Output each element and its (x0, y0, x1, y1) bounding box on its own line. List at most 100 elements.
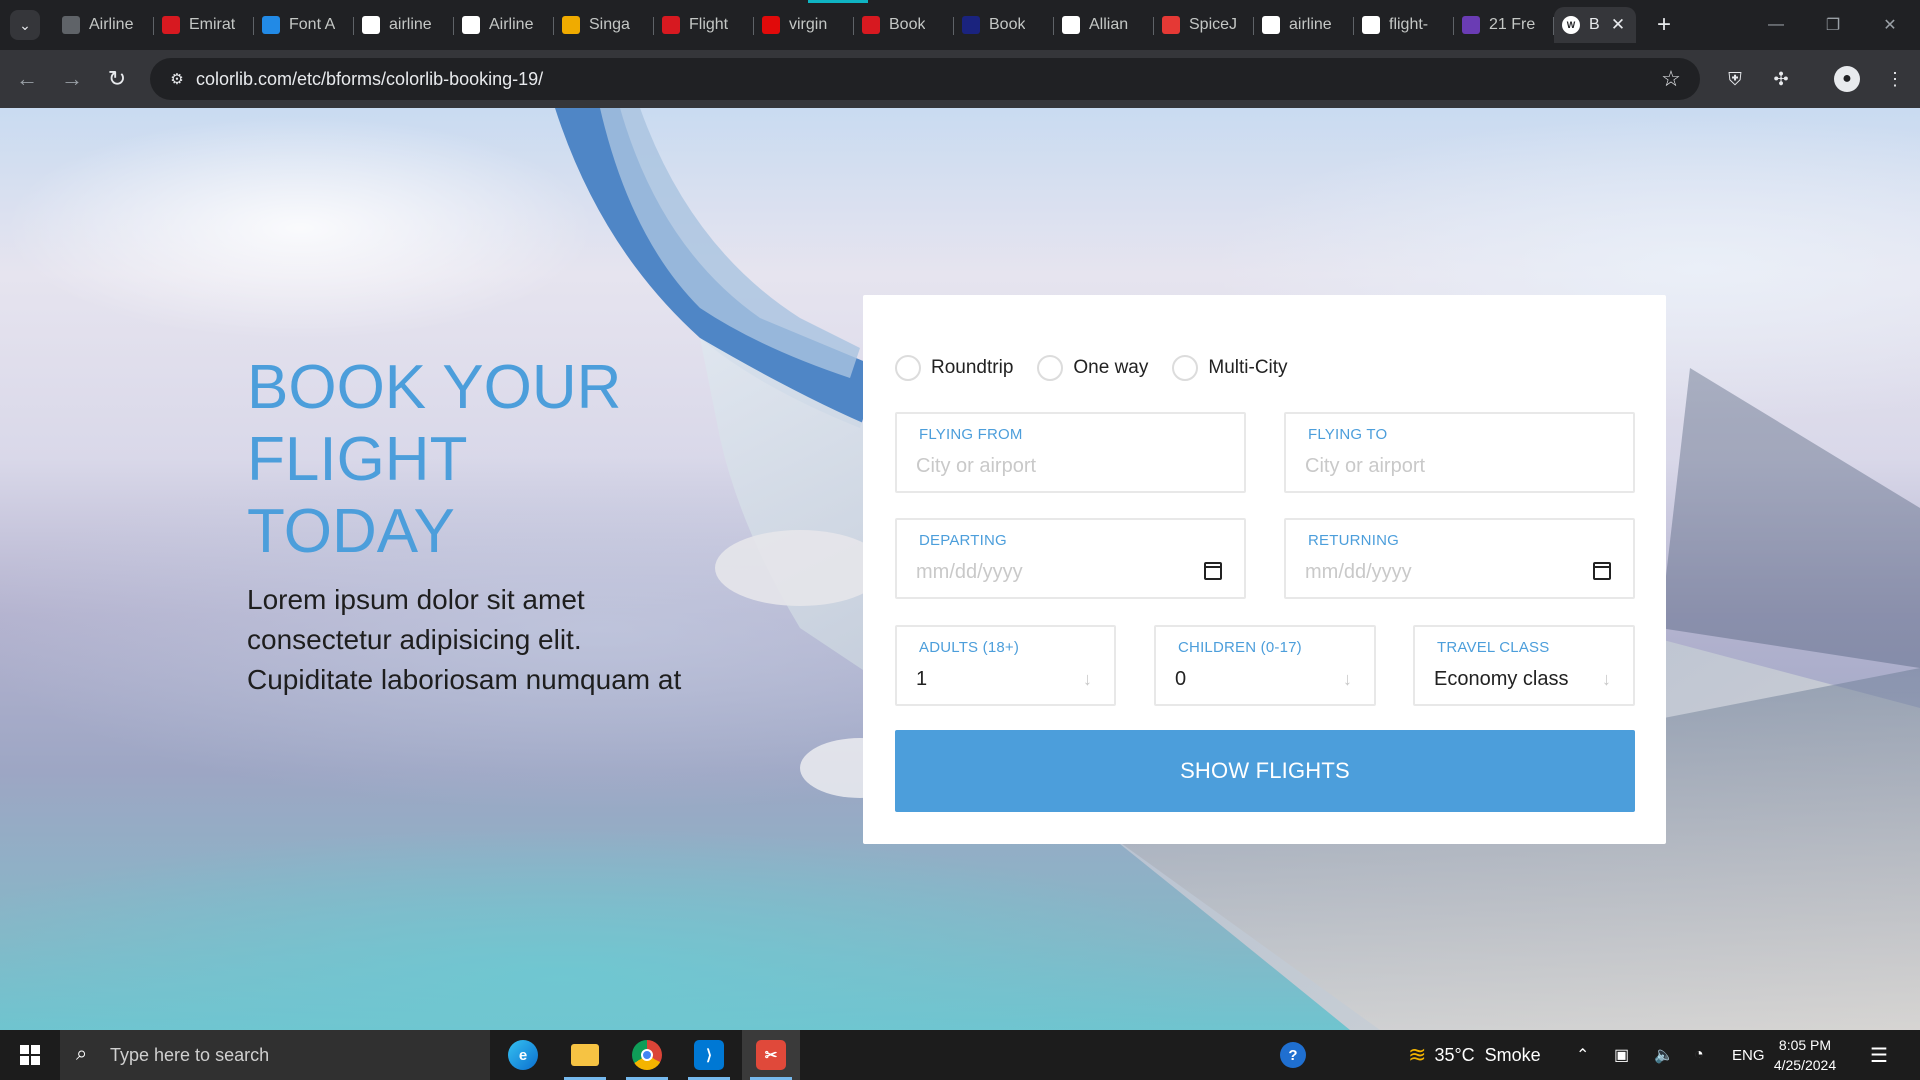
tab-label: Font A (289, 16, 336, 33)
radio-circle[interactable] (1172, 355, 1199, 381)
browser-toolbar: ← → ↻ ⚙ colorlib.com/etc/bforms/colorlib… (0, 50, 1920, 108)
tab[interactable]: flight- (1354, 7, 1454, 43)
departing-date-input[interactable]: mm/dd/yyyy (916, 561, 1023, 584)
system-clock[interactable]: 8:05 PM 4/25/2024 (1760, 1035, 1850, 1075)
tab-search-button[interactable]: ⌄ (10, 10, 40, 40)
calendar-icon[interactable] (1204, 562, 1222, 580)
radio-multi-city[interactable]: Multi-City (1172, 355, 1288, 381)
volume-icon[interactable]: 🔈 (1654, 1030, 1674, 1080)
flying-to-field[interactable]: FLYING TO City or airport (1284, 412, 1635, 493)
tab-label: airline (389, 16, 432, 33)
tab-label: Singa (589, 16, 630, 33)
show-hidden-icons-chevron-up-icon[interactable]: ⌃ (1576, 1030, 1589, 1080)
travel-class-select[interactable]: TRAVEL CLASS Economy class ↓ (1413, 625, 1635, 706)
colorlib-icon (1462, 16, 1480, 34)
returning-field[interactable]: RETURNING mm/dd/yyyy (1284, 518, 1635, 599)
network-icon[interactable]: ◔ (1694, 1030, 1704, 1080)
clock-date: 4/25/2024 (1773, 1057, 1837, 1073)
tab[interactable]: airline (354, 7, 454, 43)
travel-class-value[interactable]: Economy class (1434, 668, 1569, 691)
radio-circle[interactable] (1037, 355, 1064, 381)
battery-icon[interactable]: ▣ (1614, 1030, 1629, 1080)
taskbar-app-vscode[interactable]: ⟩ (680, 1030, 738, 1080)
tab[interactable]: SpiceJ (1154, 7, 1254, 43)
booking-form: Roundtrip One way Multi-City FLYING FROM… (863, 295, 1666, 844)
extension-icon[interactable]: ⛨ (1720, 64, 1750, 94)
back-button[interactable]: ← (12, 64, 42, 94)
emirates-icon (162, 16, 180, 34)
menu-dots-icon[interactable]: ⋮ (1880, 64, 1910, 94)
flying-to-input[interactable]: City or airport (1305, 455, 1425, 478)
taskbar-search[interactable]: ⌕ Type here to search (60, 1030, 490, 1080)
tab-label: Airline (489, 16, 534, 33)
taskbar-app-snipping[interactable]: ✂ (742, 1030, 800, 1080)
chrome-icon (632, 1040, 662, 1070)
tab[interactable]: virgin (754, 7, 854, 43)
bookmark-star-icon[interactable]: ☆ (1656, 64, 1686, 94)
weather-widget[interactable]: ≋ 35°C Smoke (1408, 1030, 1541, 1080)
tab[interactable]: Book (854, 7, 954, 43)
flying-from-input[interactable]: City or airport (916, 455, 1036, 478)
tab-label: Airline (89, 16, 134, 33)
show-flights-button[interactable]: SHOW FLIGHTS (895, 730, 1635, 812)
adults-value[interactable]: 1 (916, 668, 927, 691)
tab[interactable]: Font A (254, 7, 354, 43)
taskbar-search-input[interactable]: Type here to search (110, 1045, 269, 1066)
address-bar[interactable]: ⚙ colorlib.com/etc/bforms/colorlib-booki… (150, 58, 1700, 100)
field-label: RETURNING (1308, 532, 1399, 549)
children-value[interactable]: 0 (1175, 668, 1186, 691)
clock-time: 8:05 PM (1778, 1037, 1832, 1053)
tab[interactable]: Emirat (154, 7, 254, 43)
tab-list: Airline Emirat Font A airline Airline Singa Fl… (54, 7, 1636, 43)
adults-select[interactable]: ADULTS (18+) 1 ↓ (895, 625, 1116, 706)
profile-avatar[interactable]: ● (1834, 66, 1860, 92)
radio-one-way[interactable]: One way (1037, 355, 1148, 381)
tab-label: SpiceJ (1189, 16, 1238, 33)
forward-button[interactable]: → (57, 64, 87, 94)
tab-strip: ⌄ Airline Emirat Font A airline Airline Singa… (0, 0, 1920, 50)
returning-date-input[interactable]: mm/dd/yyyy (1305, 561, 1412, 584)
page-viewport: BOOK YOUR FLIGHT TODAY Lorem ipsum dolor… (0, 108, 1920, 1030)
url-text[interactable]: colorlib.com/etc/bforms/colorlib-booking… (196, 69, 543, 90)
tab-active[interactable]: W B ✕ (1554, 7, 1636, 43)
tab[interactable]: airline (1254, 7, 1354, 43)
tab[interactable]: Airline (454, 7, 554, 43)
radio-label: Multi-City (1208, 357, 1288, 378)
book-icon (862, 16, 880, 34)
chevron-down-icon: ⌄ (19, 16, 31, 33)
taskbar-app-edge[interactable]: e (494, 1030, 552, 1080)
tab[interactable]: Airline (54, 7, 154, 43)
close-icon[interactable]: ✕ (1608, 15, 1628, 35)
trip-type-group: Roundtrip One way Multi-City (895, 355, 1312, 381)
start-button[interactable] (0, 1030, 60, 1080)
tab[interactable]: 21 Fre (1454, 7, 1554, 43)
tab[interactable]: Flight (654, 7, 754, 43)
flying-from-field[interactable]: FLYING FROM City or airport (895, 412, 1246, 493)
children-select[interactable]: CHILDREN (0-17) 0 ↓ (1154, 625, 1376, 706)
close-window-button[interactable]: ✕ (1870, 10, 1910, 40)
field-label: DEPARTING (919, 532, 1007, 549)
restore-button[interactable]: ❐ (1813, 10, 1853, 40)
field-label: FLYING FROM (919, 426, 1023, 443)
field-label: TRAVEL CLASS (1437, 639, 1550, 656)
tab[interactable]: Allian (1054, 7, 1154, 43)
radio-circle[interactable] (895, 355, 921, 381)
taskbar-app-chrome[interactable] (618, 1030, 676, 1080)
minimize-button[interactable]: — (1756, 10, 1796, 40)
tab[interactable]: Book (954, 7, 1054, 43)
new-tab-button[interactable]: + (1650, 11, 1678, 39)
calendar-icon[interactable] (1593, 562, 1611, 580)
field-label: CHILDREN (0-17) (1178, 639, 1302, 656)
tab[interactable]: Singa (554, 7, 654, 43)
taskbar-app-explorer[interactable] (556, 1030, 614, 1080)
help-icon[interactable]: ? (1280, 1030, 1306, 1080)
departing-field[interactable]: DEPARTING mm/dd/yyyy (895, 518, 1246, 599)
site-info-icon[interactable]: ⚙ (162, 64, 192, 94)
tab-label: 21 Fre (1489, 16, 1536, 33)
reload-button[interactable]: ↻ (102, 64, 132, 94)
radio-roundtrip[interactable]: Roundtrip (895, 355, 1013, 381)
extensions-puzzle-icon[interactable]: ✣ (1766, 64, 1796, 94)
plane-icon (962, 16, 980, 34)
tab-label: virgin (789, 16, 828, 33)
notification-center-icon[interactable]: ☰ (1870, 1030, 1888, 1080)
